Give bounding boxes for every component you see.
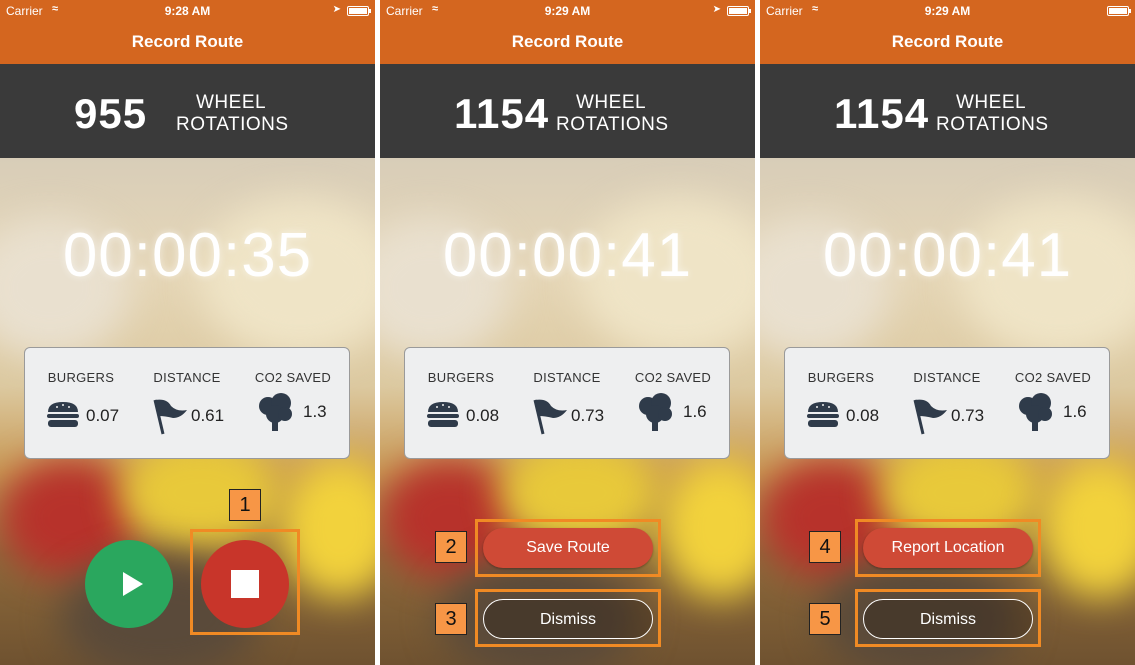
stat-label: DISTANCE [913, 370, 981, 385]
stat-label: DISTANCE [153, 370, 221, 385]
tree-icon [639, 393, 672, 431]
status-bar: Carrier ≈ 9:29 AM ➤ [380, 0, 755, 22]
battery-icon [1107, 6, 1131, 16]
wheel-label-line1: WHEEL [576, 92, 647, 113]
stat-co2: CO2 SAVED 1.6 [999, 348, 1107, 460]
highlight-box [855, 589, 1041, 647]
stat-value: 0.07 [86, 406, 120, 425]
stat-distance: DISTANCE 0.73 [893, 348, 1001, 460]
wheel-rotations-bar: 1154 WHEEL ROTATIONS [760, 64, 1135, 158]
stat-value: 0.08 [846, 406, 880, 425]
stat-label: BURGERS [47, 370, 115, 385]
wheel-rotation-count: 955 [74, 90, 148, 137]
wheel-label-line2: ROTATIONS [556, 114, 669, 135]
wheel-rotations-bar: 1154 WHEEL ROTATIONS [380, 64, 755, 158]
stat-value: 0.73 [571, 406, 605, 425]
record-screen-recording: Carrier ≈ 9:28 AM ➤ Record Route 955 WHE… [0, 0, 375, 665]
stat-label: BURGERS [427, 370, 495, 385]
battery-icon [727, 6, 751, 16]
callout-badge: 1 [229, 489, 261, 521]
stat-label: CO2 SAVED [634, 370, 712, 385]
battery-icon [347, 6, 371, 16]
record-screen-save-prompt: Carrier ≈ 9:29 AM ➤ Record Route 1154 WH… [380, 0, 755, 665]
wheel-label-line1: WHEEL [196, 92, 267, 113]
stat-distance: DISTANCE 0.61 [133, 348, 241, 460]
stat-value: 0.61 [191, 406, 225, 425]
nav-title: Record Route [380, 22, 755, 64]
highlight-box [475, 589, 661, 647]
callout-badge: 3 [435, 603, 467, 635]
stat-value: 0.73 [951, 406, 985, 425]
elapsed-timer: 00:00:35 [62, 221, 313, 290]
stat-distance: DISTANCE 0.73 [513, 348, 621, 460]
status-time: 9:29 AM [544, 4, 591, 18]
status-time: 9:28 AM [164, 4, 211, 18]
tree-icon [259, 393, 292, 431]
stat-label: CO2 SAVED [254, 370, 332, 385]
wheel-label-line1: WHEEL [956, 92, 1027, 113]
play-button[interactable] [85, 540, 173, 628]
stat-value: 0.08 [466, 406, 500, 425]
callout-badge: 4 [809, 531, 841, 563]
wheel-rotations-label: WHEEL ROTATIONS [556, 92, 669, 136]
callout-badge: 2 [435, 531, 467, 563]
wheel-label-line2: ROTATIONS [176, 114, 289, 135]
wheel-rotation-count: 1154 [454, 90, 550, 137]
stats-card: BURGERS 0.08 DISTANCE 0.73 CO2 SAVED 1.6 [404, 347, 730, 459]
flag-icon [533, 399, 567, 435]
flag-icon [913, 399, 947, 435]
status-bar: Carrier ≈ 9:28 AM ➤ [0, 0, 375, 22]
wheel-rotations-label: WHEEL ROTATIONS [936, 92, 1049, 136]
stat-burgers: BURGERS 0.08 [407, 348, 515, 460]
stat-co2: CO2 SAVED 1.3 [239, 348, 347, 460]
stat-value: 1.6 [683, 402, 707, 421]
highlight-box [855, 519, 1041, 577]
stats-card: BURGERS 0.07 DISTANCE 0.61 CO2 SAVED 1.3 [24, 347, 350, 459]
callout-badge: 5 [809, 603, 841, 635]
elapsed-timer: 00:00:41 [822, 221, 1073, 290]
burger-icon [807, 402, 839, 427]
burger-icon [47, 402, 79, 427]
stat-value: 1.6 [1063, 402, 1087, 421]
record-screen-report-prompt: Carrier ≈ 9:29 AM Record Route 1154 WHEE… [760, 0, 1135, 665]
status-time: 9:29 AM [924, 4, 971, 18]
highlight-box [475, 519, 661, 577]
stat-burgers: BURGERS 0.07 [27, 348, 135, 460]
tree-icon [1019, 393, 1052, 431]
play-icon [123, 572, 143, 596]
stat-label: CO2 SAVED [1014, 370, 1092, 385]
stats-card: BURGERS 0.08 DISTANCE 0.73 CO2 SAVED 1.6 [784, 347, 1110, 459]
burger-icon [427, 402, 459, 427]
stat-label: DISTANCE [533, 370, 601, 385]
status-bar: Carrier ≈ 9:29 AM [760, 0, 1135, 22]
highlight-box [190, 529, 300, 635]
nav-title: Record Route [760, 22, 1135, 64]
wheel-label-line2: ROTATIONS [936, 114, 1049, 135]
wheel-rotations-bar: 955 WHEEL ROTATIONS [0, 64, 375, 158]
stat-burgers: BURGERS 0.08 [787, 348, 895, 460]
wheel-rotation-count: 1154 [834, 90, 930, 137]
stat-co2: CO2 SAVED 1.6 [619, 348, 727, 460]
elapsed-timer: 00:00:41 [442, 221, 693, 290]
nav-title: Record Route [0, 22, 375, 64]
location-arrow-icon: ➤ [332, 4, 341, 15]
stat-label: BURGERS [807, 370, 875, 385]
wheel-rotations-label: WHEEL ROTATIONS [176, 92, 289, 136]
flag-icon [153, 399, 187, 435]
stat-value: 1.3 [303, 402, 327, 421]
location-arrow-icon: ➤ [712, 4, 721, 15]
